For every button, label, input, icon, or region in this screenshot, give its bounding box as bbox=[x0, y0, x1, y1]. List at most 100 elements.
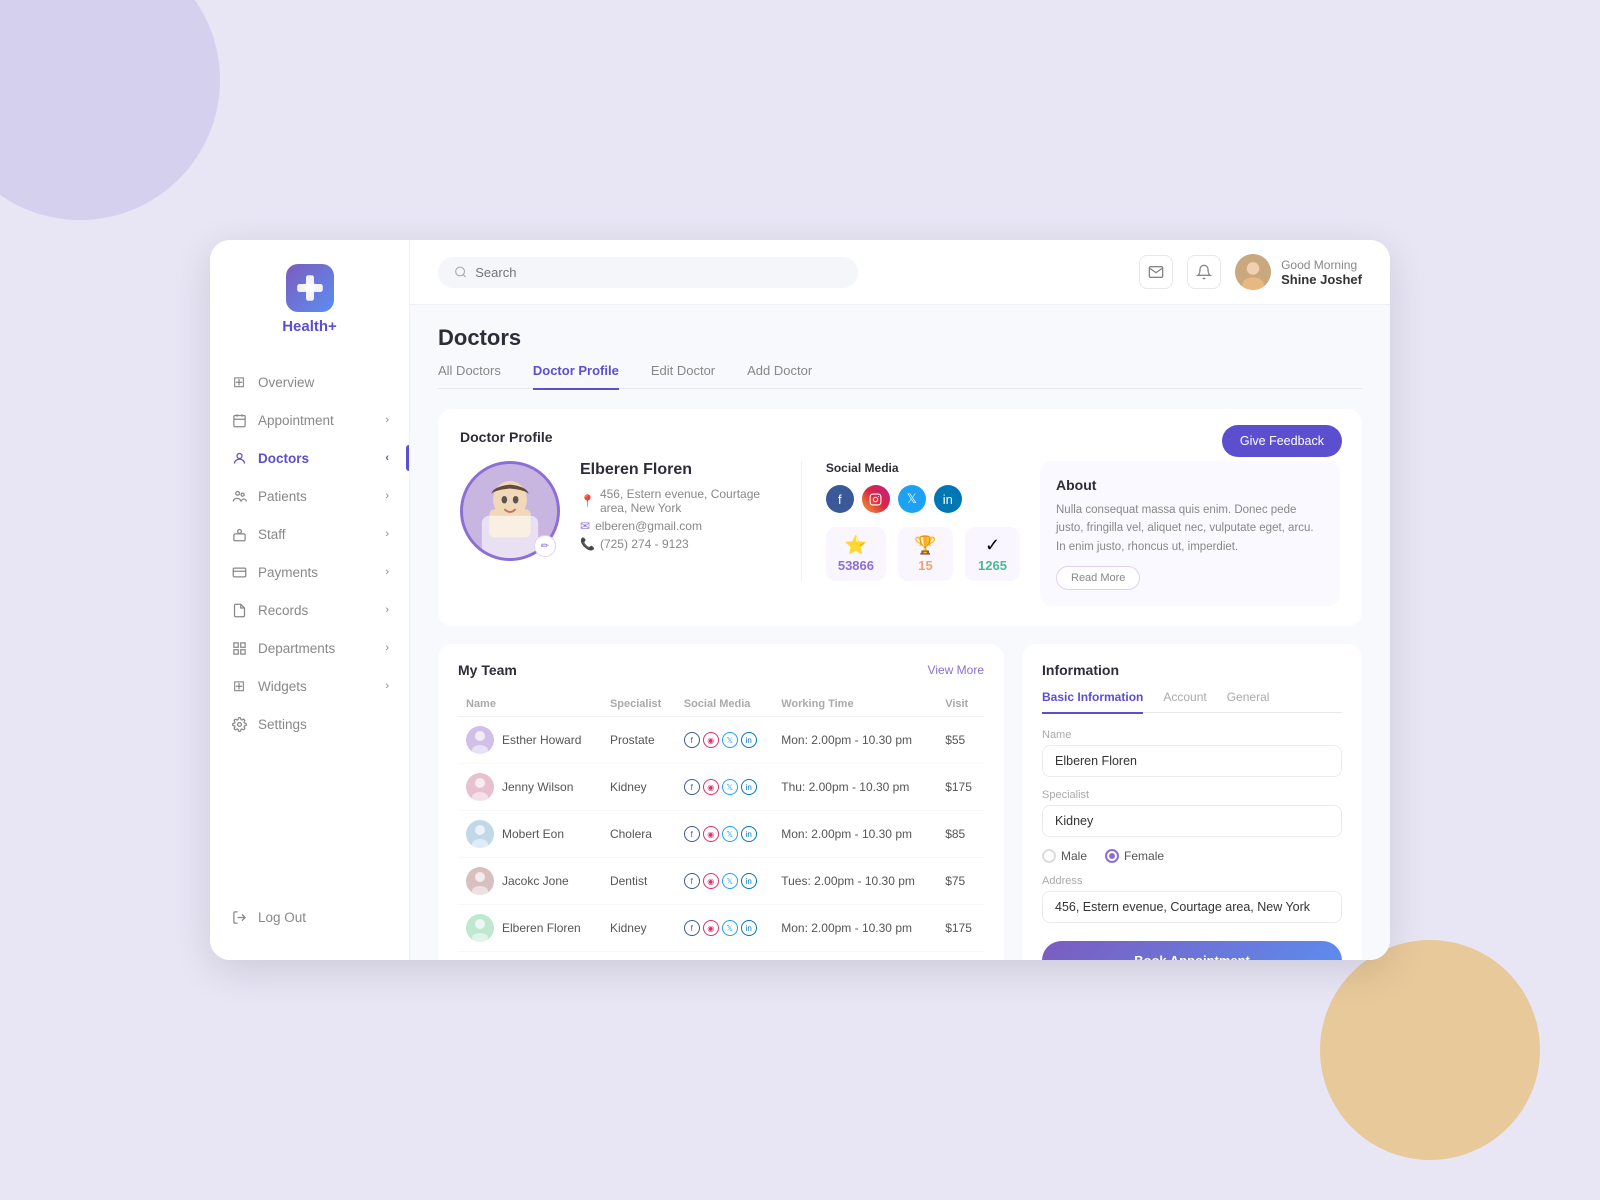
form-input-name[interactable] bbox=[1042, 745, 1342, 777]
sidebar-label-overview: Overview bbox=[258, 375, 314, 390]
logo-area: Health+ bbox=[210, 264, 409, 335]
tab-account[interactable]: Account bbox=[1163, 690, 1206, 714]
sidebar-item-patients[interactable]: Patients › bbox=[210, 477, 409, 515]
social-icons-row: f 𝕏 in bbox=[826, 485, 1020, 513]
chevron-staff: › bbox=[385, 528, 389, 540]
sidebar-item-departments[interactable]: Departments › bbox=[210, 629, 409, 667]
form-label-address: Address bbox=[1042, 875, 1342, 887]
trophy-icon: 🏆 bbox=[914, 535, 936, 556]
facebook-button[interactable]: f bbox=[826, 485, 854, 513]
doctor-address: 📍 456, Estern evenue, Courtage area, New… bbox=[580, 487, 781, 515]
form-field-specialist: Specialist bbox=[1042, 789, 1342, 837]
search-icon bbox=[454, 265, 467, 279]
sidebar-label-widgets: Widgets bbox=[258, 679, 307, 694]
view-more-link[interactable]: View More bbox=[928, 663, 984, 677]
linkedin-button[interactable]: in bbox=[934, 485, 962, 513]
app-name: Health+ bbox=[282, 318, 337, 335]
greeting-text: Good Morning bbox=[1281, 258, 1357, 272]
instagram-button[interactable] bbox=[862, 485, 890, 513]
radio-female-label: Female bbox=[1124, 849, 1164, 863]
profile-section: Doctor Profile Give Feedback bbox=[438, 409, 1362, 626]
table-row: Jacokc Jone Dentist f ◉ 𝕏 in Tues: 2.00p… bbox=[458, 858, 984, 905]
logout-label: Log Out bbox=[258, 910, 306, 925]
phone-icon: 📞 bbox=[580, 537, 595, 551]
tab-doctor-profile[interactable]: Doctor Profile bbox=[533, 363, 619, 390]
chevron-records: › bbox=[385, 604, 389, 616]
form-input-address[interactable] bbox=[1042, 891, 1342, 923]
read-more-button[interactable]: Read More bbox=[1056, 566, 1140, 590]
sidebar-item-appointment[interactable]: Appointment › bbox=[210, 401, 409, 439]
radio-male-label: Male bbox=[1061, 849, 1087, 863]
logo-icon bbox=[286, 264, 334, 312]
table-header-row: Name Specialist Social Media Working Tim… bbox=[458, 692, 984, 717]
location-icon: 📍 bbox=[580, 494, 595, 508]
profile-section-title: Doctor Profile bbox=[460, 429, 553, 445]
sidebar-label-settings: Settings bbox=[258, 717, 307, 732]
form-field-name: Name bbox=[1042, 729, 1342, 777]
notification-button[interactable] bbox=[1187, 255, 1221, 289]
radio-male-dot bbox=[1042, 849, 1056, 863]
overview-icon: ⊞ bbox=[230, 373, 248, 391]
chevron-payments: › bbox=[385, 566, 389, 578]
sidebar-item-staff[interactable]: Staff › bbox=[210, 515, 409, 553]
book-appointment-button[interactable]: Book Appointment bbox=[1042, 941, 1342, 960]
sidebar-nav: ⊞ Overview Appointment › Doctors ‹ bbox=[210, 363, 409, 743]
sidebar-item-widgets[interactable]: ⊞ Widgets › bbox=[210, 667, 409, 705]
search-input[interactable] bbox=[475, 265, 842, 280]
tab-general[interactable]: General bbox=[1227, 690, 1270, 714]
table-row: Mobert Eon Cholera f ◉ 𝕏 in Mon: 2.00pm … bbox=[458, 811, 984, 858]
user-info: Good Morning Shine Joshef bbox=[1235, 254, 1362, 290]
sidebar-item-payments[interactable]: Payments › bbox=[210, 553, 409, 591]
sidebar-item-doctors[interactable]: Doctors ‹ bbox=[210, 439, 409, 477]
page-tabs: All Doctors Doctor Profile Edit Doctor A… bbox=[438, 363, 1362, 389]
sidebar-label-staff: Staff bbox=[258, 527, 286, 542]
departments-icon bbox=[230, 639, 248, 657]
page-content: Doctors All Doctors Doctor Profile Edit … bbox=[410, 305, 1390, 960]
form-label-specialist: Specialist bbox=[1042, 789, 1342, 801]
page-title: Doctors bbox=[438, 325, 1362, 351]
form-input-specialist[interactable] bbox=[1042, 805, 1342, 837]
star-icon: ⭐ bbox=[845, 535, 867, 556]
tab-add-doctor[interactable]: Add Doctor bbox=[747, 363, 812, 390]
mail-button[interactable] bbox=[1139, 255, 1173, 289]
sidebar-label-payments: Payments bbox=[258, 565, 318, 580]
stat-card-reviews: ⭐ 53866 bbox=[826, 527, 886, 581]
doctor-info: Elberen Floren 📍 456, Estern evenue, Cou… bbox=[580, 461, 781, 555]
twitter-button[interactable]: 𝕏 bbox=[898, 485, 926, 513]
records-icon bbox=[230, 601, 248, 619]
about-title: About bbox=[1056, 477, 1324, 493]
table-row: Esther Howard Prostate f ◉ 𝕏 in Mon: 2.0… bbox=[458, 717, 984, 764]
doctor-phone: 📞 (725) 274 - 9123 bbox=[580, 537, 781, 551]
search-box[interactable] bbox=[438, 257, 858, 288]
col-name: Name bbox=[458, 692, 602, 717]
mail-icon bbox=[1148, 264, 1164, 280]
team-table: Name Specialist Social Media Working Tim… bbox=[458, 692, 984, 952]
stat-card-patients: ✓ 1265 bbox=[965, 527, 1020, 581]
sidebar-label-doctors: Doctors bbox=[258, 451, 309, 466]
feedback-button[interactable]: Give Feedback bbox=[1222, 425, 1342, 457]
logout-item[interactable]: Log Out bbox=[210, 898, 409, 936]
radio-male[interactable]: Male bbox=[1042, 849, 1087, 863]
sidebar-item-settings[interactable]: Settings bbox=[210, 705, 409, 743]
stat-reviews-value: 53866 bbox=[838, 558, 874, 573]
patients-icon bbox=[230, 487, 248, 505]
about-text: Nulla consequat massa quis enim. Donec p… bbox=[1056, 501, 1324, 556]
edit-avatar-button[interactable]: ✏ bbox=[534, 535, 556, 557]
col-working: Working Time bbox=[773, 692, 937, 717]
info-panel-title: Information bbox=[1042, 662, 1342, 678]
team-block: My Team View More Name Specialist Social… bbox=[438, 644, 1004, 960]
tab-edit-doctor[interactable]: Edit Doctor bbox=[651, 363, 715, 390]
sidebar-item-records[interactable]: Records › bbox=[210, 591, 409, 629]
radio-female[interactable]: Female bbox=[1105, 849, 1164, 863]
chevron-widgets: › bbox=[385, 680, 389, 692]
bell-icon bbox=[1196, 264, 1212, 280]
form-label-name: Name bbox=[1042, 729, 1342, 741]
widgets-icon: ⊞ bbox=[230, 677, 248, 695]
tab-all-doctors[interactable]: All Doctors bbox=[438, 363, 501, 390]
doctor-name: Elberen Floren bbox=[580, 461, 781, 479]
settings-icon bbox=[230, 715, 248, 733]
social-block: Social Media f 𝕏 in ⭐ 53 bbox=[801, 461, 1020, 581]
tab-basic-info[interactable]: Basic Information bbox=[1042, 690, 1143, 714]
sidebar-item-overview[interactable]: ⊞ Overview bbox=[210, 363, 409, 401]
table-row: Jenny Wilson Kidney f ◉ 𝕏 in Thu: 2.00pm… bbox=[458, 764, 984, 811]
